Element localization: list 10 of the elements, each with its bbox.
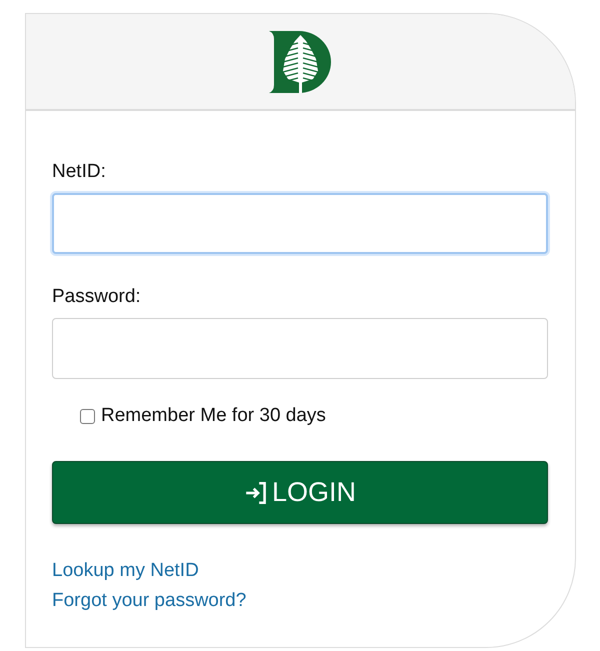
input-field[interactable] <box>52 193 548 254</box>
link[interactable]: Forgot your password? <box>52 586 246 616</box>
logo-icon <box>268 30 332 92</box>
field-label: NetID: <box>52 161 107 183</box>
input-field[interactable] <box>52 318 548 379</box>
link[interactable]: Lookup my NetID <box>52 556 199 586</box>
checkbox[interactable] <box>80 408 95 424</box>
checkbox-label: Remember Me for 30 days <box>101 405 326 427</box>
field-label: Password: <box>52 286 142 308</box>
login-button[interactable]: LOGIN <box>52 461 548 524</box>
